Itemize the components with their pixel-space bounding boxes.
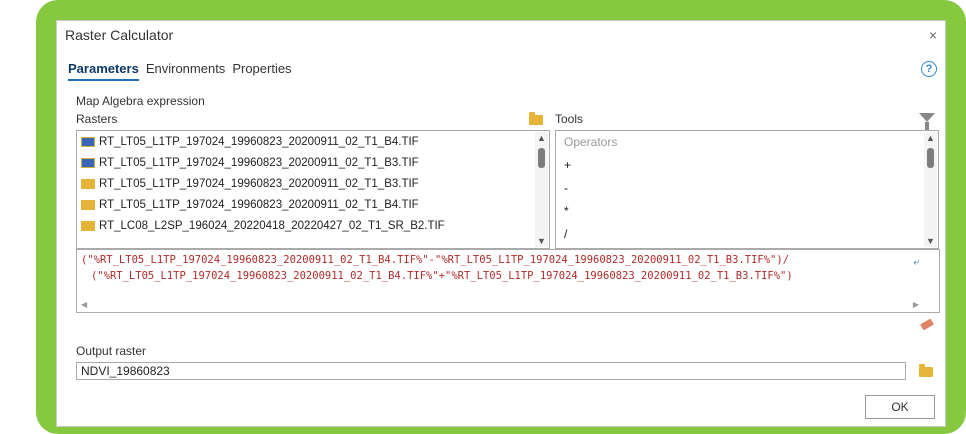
close-icon[interactable]: × (929, 27, 937, 43)
expression-line-1: ("%RT_LT05_L1TP_197024_19960823_20200911… (81, 254, 790, 266)
raster-file-icon (81, 220, 95, 231)
raster-name: RT_LT05_L1TP_197024_19960823_20200911_02… (99, 198, 419, 211)
scrollbar-thumb[interactable] (538, 148, 545, 168)
raster-layer-icon (81, 157, 95, 168)
scroll-right-icon[interactable]: ▶ (913, 300, 919, 309)
list-item[interactable]: RT_LT05_L1TP_197024_19960823_20200911_02… (77, 131, 549, 152)
raster-name: RT_LT05_L1TP_197024_19960823_20200911_02… (99, 177, 419, 190)
rasters-list[interactable]: RT_LT05_L1TP_197024_19960823_20200911_02… (76, 130, 550, 249)
tools-list[interactable]: Operators + - * / ▲ ▼ (555, 130, 939, 249)
word-wrap-icon[interactable]: ⤶ (913, 257, 919, 268)
list-item[interactable]: RT_LC08_L2SP_196024_20220418_20220427_02… (77, 215, 549, 236)
raster-name: RT_LT05_L1TP_197024_19960823_20200911_02… (99, 156, 419, 169)
scroll-up-icon[interactable]: ▲ (535, 132, 548, 144)
filter-icon[interactable] (919, 113, 935, 130)
operators-header: Operators (564, 135, 618, 149)
expression-line-2: ("%RT_LT05_L1TP_197024_19960823_20200911… (91, 270, 793, 282)
list-item[interactable]: RT_LT05_L1TP_197024_19960823_20200911_02… (77, 194, 549, 215)
browse-output-folder-icon[interactable] (919, 364, 933, 377)
scroll-left-icon[interactable]: ◀ (81, 300, 87, 309)
scroll-up-icon[interactable]: ▲ (924, 132, 937, 144)
list-item[interactable]: RT_LT05_L1TP_197024_19960823_20200911_02… (77, 152, 549, 173)
scroll-down-icon[interactable]: ▼ (535, 235, 548, 247)
scrollbar-thumb[interactable] (927, 148, 934, 168)
tab-bar: Parameters Environments Properties (68, 61, 292, 81)
tab-properties[interactable]: Properties (232, 61, 291, 81)
operator-multiply[interactable]: * (556, 200, 938, 223)
raster-name: RT_LT05_L1TP_197024_19960823_20200911_02… (99, 135, 419, 148)
ok-button[interactable]: OK (865, 395, 935, 419)
scroll-down-icon[interactable]: ▼ (924, 235, 937, 247)
raster-name: RT_LC08_L2SP_196024_20220418_20220427_02… (99, 219, 445, 232)
output-raster-input[interactable]: NDVI_19860823 (76, 362, 906, 380)
help-icon[interactable]: ? (921, 61, 937, 77)
raster-file-icon (81, 178, 95, 189)
map-algebra-label: Map Algebra expression (76, 94, 205, 108)
rasters-label: Rasters (76, 112, 118, 126)
tab-parameters[interactable]: Parameters (68, 61, 139, 81)
raster-calculator-dialog: Raster Calculator × Parameters Environme… (56, 20, 946, 427)
operator-minus[interactable]: - (556, 177, 938, 200)
dialog-title: Raster Calculator (65, 27, 174, 43)
tools-label: Tools (555, 112, 584, 126)
rasters-scrollbar[interactable]: ▲ ▼ (535, 132, 548, 247)
tab-environments[interactable]: Environments (146, 61, 225, 81)
clear-expression-icon[interactable] (920, 318, 934, 331)
expression-textbox[interactable]: ("%RT_LT05_L1TP_197024_19960823_20200911… (76, 249, 940, 313)
raster-file-icon (81, 199, 95, 210)
tools-scrollbar[interactable]: ▲ ▼ (924, 132, 937, 247)
raster-layer-icon (81, 136, 95, 147)
operator-plus[interactable]: + (556, 154, 938, 177)
operator-divide[interactable]: / (556, 223, 938, 246)
browse-rasters-folder-icon[interactable] (529, 112, 543, 125)
output-raster-label: Output raster (76, 344, 147, 358)
list-item[interactable]: RT_LT05_L1TP_197024_19960823_20200911_02… (77, 173, 549, 194)
